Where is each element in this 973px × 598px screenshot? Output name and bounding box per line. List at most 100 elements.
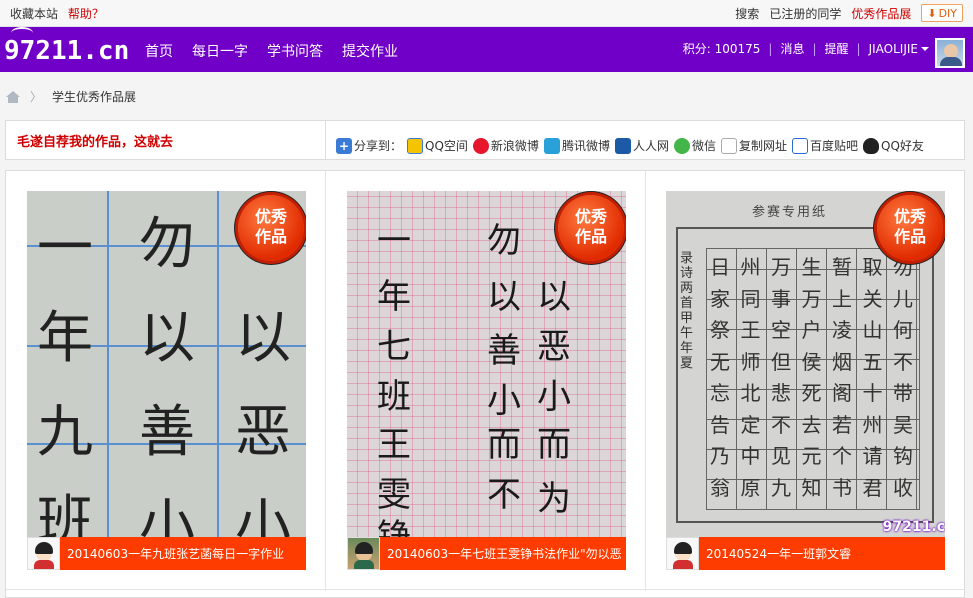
- topbar-right: 搜索 已注册的同学 优秀作品展 ⬇ DIY: [735, 4, 963, 22]
- baidu-tieba-icon: [792, 137, 808, 154]
- handwritten-glyph: 小: [139, 494, 195, 537]
- student-avatar[interactable]: [666, 537, 699, 570]
- share-tencent-label: 腾讯微博: [561, 139, 610, 153]
- bookmark-link[interactable]: 收藏本站: [10, 7, 58, 21]
- search-link[interactable]: 搜索: [735, 5, 759, 22]
- handwritten-glyph: 见: [771, 444, 791, 468]
- handwritten-glyph: 班: [37, 490, 93, 537]
- student-avatar[interactable]: [347, 537, 380, 570]
- handwritten-glyph: 小: [537, 377, 571, 417]
- handwritten-glyph: 阁: [832, 381, 852, 405]
- share-qzone[interactable]: QQ空间: [407, 137, 468, 154]
- share-wechat[interactable]: 微信: [673, 137, 716, 154]
- handwritten-glyph: 以: [537, 277, 571, 317]
- wechat-icon: [673, 137, 690, 154]
- registered-students-link[interactable]: 已注册的同学: [769, 5, 841, 22]
- handwritten-glyph: 死: [801, 381, 822, 405]
- handwritten-glyph: 乃: [710, 444, 730, 468]
- sina-weibo-icon: [472, 137, 489, 154]
- handwritten-glyph: 州: [862, 412, 883, 437]
- handwritten-glyph: 元: [801, 444, 822, 468]
- handwritten-glyph: 以: [487, 277, 521, 317]
- handwritten-glyph: 君: [862, 475, 883, 500]
- handwritten-glyph: 暂: [832, 255, 852, 279]
- separator: |: [856, 41, 861, 56]
- handwritten-glyph: 去: [801, 412, 822, 437]
- handwritten-glyph: 烟: [832, 349, 852, 374]
- user-avatar[interactable]: [935, 38, 965, 68]
- self-recommend-link[interactable]: 毛遂自荐我的作品，这就去: [17, 131, 173, 150]
- diy-button[interactable]: ⬇ DIY: [921, 4, 963, 22]
- work-title[interactable]: 20140524一年一班郭文睿: [706, 545, 942, 562]
- breadcrumb-current: 学生优秀作品展: [52, 90, 137, 104]
- work-image[interactable]: 一 勿 年 以 以 九 善 恶 班 小 小 优秀 作品: [27, 191, 306, 537]
- handwritten-glyph: 一: [377, 221, 411, 261]
- site-logo[interactable]: 97211.cn: [4, 36, 129, 66]
- share-renren-label: 人人网: [632, 139, 669, 153]
- handwritten-glyph: 勿: [139, 212, 195, 277]
- handwritten-glyph: 空: [771, 318, 791, 342]
- messages-link[interactable]: 消息: [780, 40, 804, 57]
- points-display: 积分: 100175: [682, 42, 761, 56]
- handwritten-glyph: 关: [862, 286, 883, 311]
- handwritten-glyph: 个: [832, 444, 852, 468]
- handwritten-glyph: 日: [710, 255, 730, 279]
- work-title[interactable]: 20140603一年九班张艺菡每日一字作业: [67, 545, 303, 562]
- handwritten-glyph: 万: [771, 255, 791, 279]
- share-qzone-label: QQ空间: [425, 139, 468, 153]
- work-caption[interactable]: 20140603一年七班王雯铮书法作业"勿以恶: [347, 537, 626, 570]
- help-link[interactable]: 帮助？: [68, 7, 104, 21]
- share-tieba[interactable]: 百度贴吧: [792, 137, 858, 154]
- handwritten-glyph: 无: [710, 349, 730, 374]
- diy-label: DIY: [938, 6, 957, 20]
- student-avatar[interactable]: [27, 537, 60, 570]
- work-card: 一 勿 年 以 以 七 善 恶 班 小 小 王 而 而 雯 不 为 铮 优秀 作…: [326, 171, 646, 591]
- handwritten-glyph: 何: [893, 318, 913, 342]
- share-copy-url[interactable]: 复制网址: [720, 137, 787, 154]
- handwritten-glyph: 忘: [710, 381, 730, 405]
- work-title[interactable]: 20140603一年七班王雯铮书法作业"勿以恶: [387, 545, 623, 562]
- handwritten-glyph: 告: [710, 412, 730, 437]
- home-icon[interactable]: [6, 90, 20, 103]
- nav-daily-character[interactable]: 每日一字: [192, 41, 248, 61]
- work-image[interactable]: 一 勿 年 以 以 七 善 恶 班 小 小 王 而 而 雯 不 为 铮 优秀 作…: [347, 191, 626, 537]
- share-sina-weibo[interactable]: 新浪微博: [472, 137, 539, 154]
- handwritten-glyph: 年: [377, 277, 411, 317]
- handwritten-glyph: 不: [771, 412, 791, 437]
- nav-submit-homework[interactable]: 提交作业: [342, 41, 398, 61]
- share-bar: 毛遂自荐我的作品，这就去 + 分享到： QQ空间 新浪微博 腾讯微博 人人网 微…: [5, 120, 965, 160]
- showcase-link[interactable]: 优秀作品展: [851, 5, 911, 22]
- user-menu[interactable]: JIAOLIJIE: [869, 42, 929, 56]
- nav-qa[interactable]: 学书问答: [267, 41, 323, 61]
- work-caption[interactable]: 20140524一年一班郭文睿: [666, 537, 945, 570]
- handwritten-glyph: 善: [487, 331, 521, 371]
- handwritten-glyph: 九: [771, 475, 791, 500]
- work-caption[interactable]: 20140603一年九班张艺菡每日一字作业: [27, 537, 306, 570]
- handwritten-glyph: 师: [740, 349, 761, 374]
- handwritten-glyph: 以: [139, 306, 195, 371]
- share-more[interactable]: + 分享到：: [336, 137, 402, 154]
- works-gallery: 一 勿 年 以 以 九 善 恶 班 小 小 优秀 作品 20140603一年九班…: [5, 170, 965, 598]
- nav-links: 首页 每日一字 学书问答 提交作业: [145, 41, 398, 61]
- handwritten-glyph: 但: [771, 349, 791, 374]
- username: JIAOLIJIE: [868, 41, 918, 56]
- handwritten-glyph: 凌: [832, 318, 852, 342]
- share-renren[interactable]: 人人网: [614, 137, 669, 154]
- handwritten-glyph: 原: [740, 475, 761, 500]
- handwritten-glyph: 一: [37, 216, 93, 281]
- handwritten-glyph: 事: [771, 286, 791, 311]
- handwritten-glyph: 十: [862, 381, 883, 405]
- handwritten-glyph: 年: [37, 306, 93, 371]
- share-tencent-weibo[interactable]: 腾讯微博: [543, 137, 610, 154]
- nav-home[interactable]: 首页: [145, 41, 173, 61]
- qzone-icon: [407, 137, 424, 154]
- share-wechat-label: 微信: [691, 139, 716, 153]
- breadcrumb: 〉 学生优秀作品展: [6, 88, 136, 105]
- handwritten-glyph: 钩: [893, 444, 913, 468]
- handwritten-glyph: 同: [740, 286, 761, 311]
- handwritten-glyph: 而: [487, 425, 521, 465]
- reminders-link[interactable]: 提醒: [825, 40, 849, 57]
- work-image[interactable]: 参赛专用纸 录诗两首甲午年夏 日州万生暂取勿家同事万上关儿祭王空户凌山何无师但侯…: [666, 191, 945, 537]
- share-qq-friend[interactable]: QQ好友: [863, 137, 924, 154]
- handwritten-glyph: 而: [537, 425, 571, 465]
